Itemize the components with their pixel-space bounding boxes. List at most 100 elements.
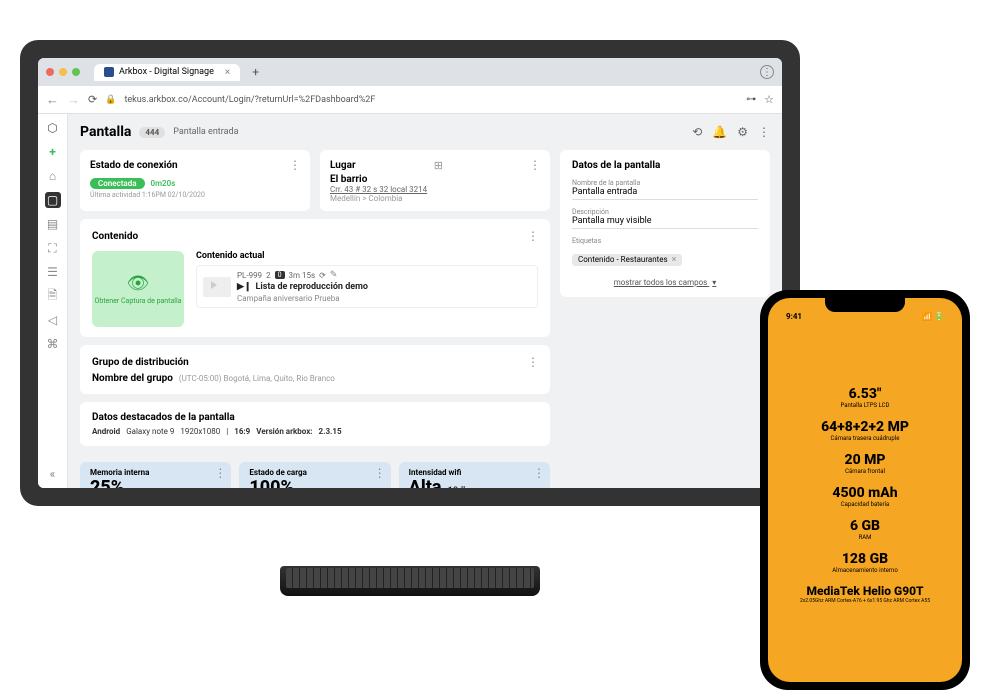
details-title: Datos de la pantalla [572,160,758,171]
screens-icon[interactable]: ▢ [45,192,61,208]
layers-icon[interactable]: ▤ [45,216,61,232]
thumbnail [203,277,231,297]
name-label: Nombre de la pantalla [572,179,758,187]
media-item[interactable]: PL-999 2 0 3m 15s ⟳ ✎ [196,265,538,308]
phone-notch [825,298,905,312]
close-dot[interactable] [46,68,54,76]
tag-text: Contenido - Restaurantes [578,255,668,264]
name-input[interactable]: Pantalla entrada [572,187,758,200]
chevron-down-icon: ▾ [712,278,716,287]
add-icon[interactable]: + [45,144,61,160]
duration: 3m 15s [289,271,316,280]
show-all-text: mostrar todos los campos [614,278,708,287]
spec-val: 4500 mAh [832,485,897,501]
spec-lbl: Capacidad batería [832,501,897,508]
keyboard [280,566,540,596]
minimize-dot[interactable] [59,68,67,76]
browser-menu-icon[interactable]: ⋮ [760,65,774,79]
place-address[interactable]: Crr. 43 # 32 s 32 local 3214 [330,185,540,194]
more-icon[interactable]: ⋮ [289,158,300,172]
tag-chip[interactable]: Contenido - Restaurantes × [572,254,682,266]
window-controls[interactable] [46,68,80,76]
tab-close-icon[interactable]: × [225,67,230,78]
connection-title: Estado de conexión [90,160,178,171]
loop-icon: ⟳ [319,271,326,280]
tags-label: Etiquetas [572,237,758,245]
refresh-icon[interactable]: ⟲ [692,125,702,139]
sidebar: ⬡ + ⌂ ▢ ▤ ⛶ ☰ 🗎 ◁ ⌘ « [38,114,68,488]
capture-label: Obtener Captura de pantalla [95,298,182,306]
new-tab-button[interactable]: + [246,65,265,79]
bell-icon[interactable]: 🔔 [712,125,727,139]
playlist-name: Lista de reproducción demo [255,282,368,292]
favicon [104,67,114,77]
desc-input[interactable]: Pantalla muy visible [572,216,758,229]
link-icon[interactable]: ⌘ [45,336,61,352]
crop-icon[interactable]: ⛶ [45,240,61,256]
resolution: 1920x1080 [180,427,220,436]
content-title: Contenido [92,231,138,242]
current-content-title: Contenido actual [196,251,538,261]
maximize-dot[interactable] [72,68,80,76]
address-bar: ← → ⟳ 🔒 tekus.arkbox.co/Account/Login/?r… [38,86,782,114]
wifi-metric: ⋮ Intensidad wifi Alta -10db Internal-wo… [399,462,550,488]
more-icon[interactable]: ⋮ [374,466,385,480]
kebab-icon[interactable]: ⋮ [758,125,770,139]
more-icon[interactable]: ⋮ [533,466,544,480]
more-icon[interactable]: ⋮ [527,355,538,369]
wifi-title: Intensidad wifi [409,468,540,477]
playlist-code: PL-999 [237,271,262,280]
memory-value: 25% [90,477,221,488]
key-icon[interactable]: ⊶ [746,94,756,105]
eye-icon: 👁 [127,273,150,294]
phone-status-icons: 📶 🔋 [922,312,944,321]
more-icon[interactable]: ⋮ [527,229,538,243]
os: Android [92,427,120,436]
gear-icon[interactable]: ⚙ [737,125,748,139]
playlist-icon: ▶❙ [237,282,251,292]
lock-icon: 🔒 [105,95,116,105]
tab-title: Arkbox - Digital Signage [119,67,214,77]
uptime: 0m20s [151,179,176,188]
phone-time: 9:41 [786,312,802,321]
highlights-title: Datos destacados de la pantalla [92,412,538,423]
spec-val: 6 GB [850,518,880,534]
capture-button[interactable]: 👁 Obtener Captura de pantalla [92,251,184,327]
ratio: 16:9 [234,427,250,436]
logo-icon[interactable]: ⬡ [45,120,61,136]
more-icon[interactable]: ⋮ [529,158,540,172]
reload-icon[interactable]: ⟳ [88,93,97,106]
more-icon[interactable]: ⋮ [214,466,225,480]
place-location: Medellín > Colombia [330,194,540,203]
connection-card: Estado de conexión ⋮ Conectada 0m20s Últ… [80,150,310,211]
collapse-icon[interactable]: « [45,466,61,482]
home-icon[interactable]: ⌂ [45,168,61,184]
status-badge: Conectada [90,178,145,189]
group-title: Grupo de distribución [92,357,189,368]
url-text[interactable]: tekus.arkbox.co/Account/Login/?returnUrl… [124,95,738,105]
spec-lbl: Cámara frontal [845,468,886,475]
forward-icon[interactable]: → [67,92,80,108]
spec-lbl: Cámara trasera cuádruple [821,435,909,442]
back-icon[interactable]: ← [46,92,59,108]
wifi-db: -10db [445,486,468,488]
main-content: Pantalla 444 Pantalla entrada ⟲ 🔔 ⚙ ⋮ [68,114,782,488]
remove-tag-icon[interactable]: × [672,255,677,265]
battery-title: Estado de carga [249,468,380,477]
browser-tab[interactable]: Arkbox - Digital Signage × [94,64,240,81]
count2: 0 [275,271,285,279]
version: 2.3.15 [319,427,342,436]
file-icon[interactable]: 🗎 [45,288,61,304]
last-activity: Última actividad 1:16PM 02/10/2020 [90,191,300,199]
show-all-link[interactable]: mostrar todos los campos ▾ [572,278,758,287]
map-icon[interactable]: ⊞ [434,159,443,172]
announce-icon[interactable]: ◁ [45,312,61,328]
bookmark-star-icon[interactable]: ☆ [764,93,774,106]
group-card: Grupo de distribución ⋮ Nombre del grupo… [80,345,550,394]
list-icon[interactable]: ☰ [45,264,61,280]
spec-val: 6.53" [841,386,890,402]
version-label: Versión arkbox: [256,427,312,436]
place-name: El barrio [330,174,540,185]
edit-icon[interactable]: ✎ [330,270,338,280]
group-name: Nombre del grupo [92,373,173,384]
